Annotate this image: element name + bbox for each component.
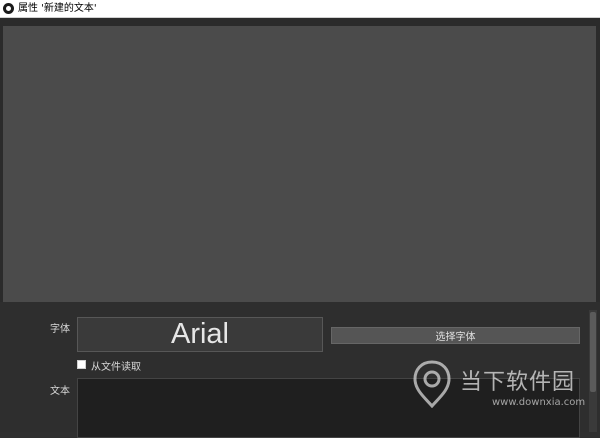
- text-label: 文本: [50, 386, 70, 397]
- source-preview-area: [0, 18, 600, 302]
- obs-app-icon: [3, 3, 14, 14]
- watermark-name: 当下软件园: [460, 370, 576, 395]
- properties-scrollbar[interactable]: [589, 310, 597, 432]
- read-from-file-checkbox[interactable]: [77, 360, 86, 369]
- select-font-button[interactable]: 选择字体: [331, 327, 580, 344]
- window-title: 属性 '新建的文本': [18, 2, 97, 14]
- read-from-file-label[interactable]: 从文件读取: [91, 358, 141, 373]
- preview-canvas: [3, 26, 596, 302]
- watermark: 当下软件园 www.downxia.com: [412, 360, 586, 416]
- font-preview: Arial: [77, 317, 323, 352]
- window-titlebar: 属性 '新建的文本': [0, 0, 600, 18]
- scrollbar-thumb[interactable]: [590, 312, 596, 392]
- watermark-logo-icon: [413, 360, 451, 408]
- watermark-url: www.downxia.com: [492, 397, 586, 408]
- font-label: 字体: [50, 324, 70, 335]
